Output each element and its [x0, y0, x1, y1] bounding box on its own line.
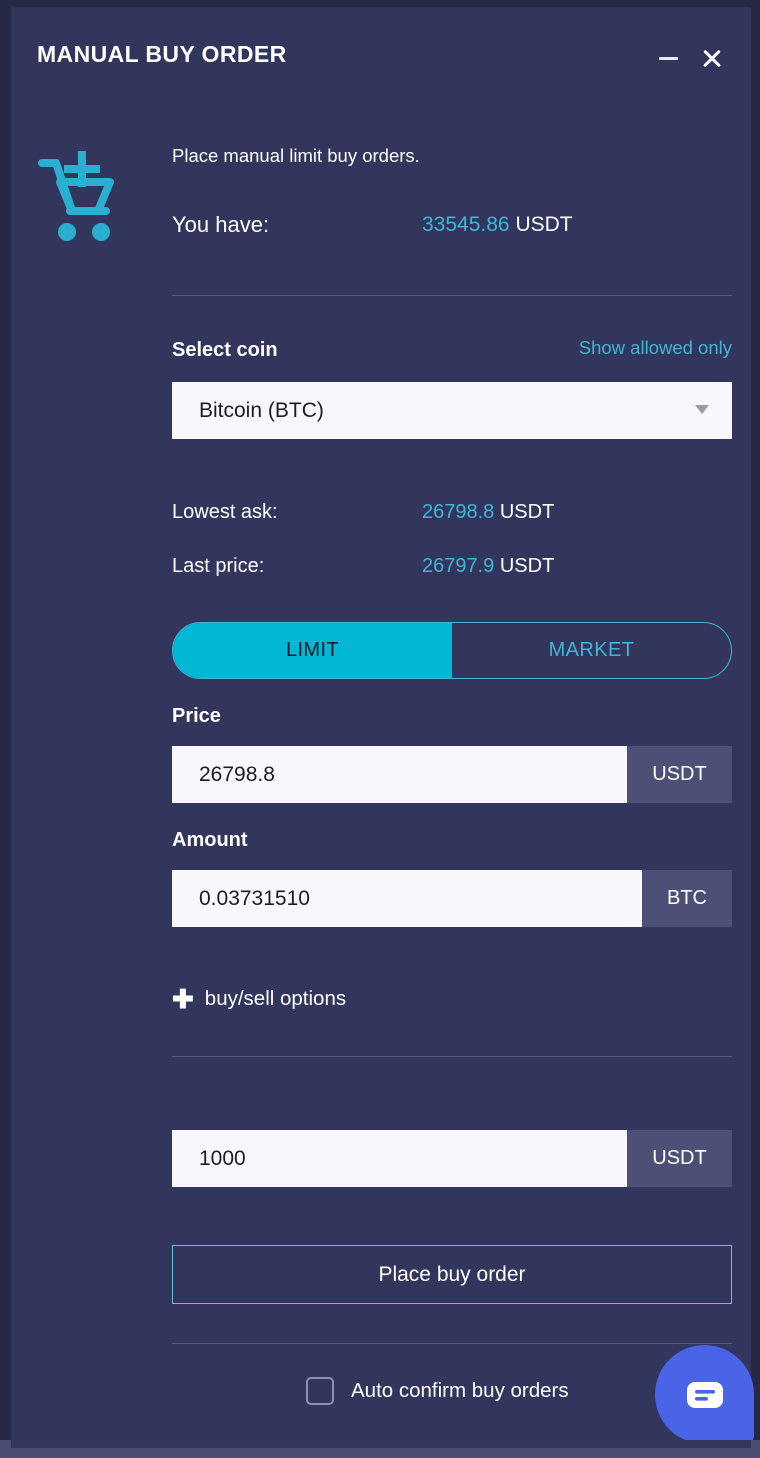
lowest-ask-number: 26798.8 [422, 501, 495, 523]
add-to-cart-icon [38, 149, 128, 245]
divider-middle [172, 1056, 732, 1057]
last-price-row: Last price: 26797.9 USDT [172, 555, 732, 583]
amount-field-label: Amount [172, 829, 248, 851]
balance-currency: USDT [515, 213, 573, 236]
last-price-label: Last price: [172, 555, 265, 577]
tab-market[interactable]: MARKET [452, 623, 731, 678]
window-frame-top [0, 0, 760, 7]
select-coin-label: Select coin [172, 339, 278, 361]
title-bar: MANUAL BUY ORDER [11, 7, 751, 107]
price-field-group: USDT [172, 746, 732, 803]
amount-unit-button[interactable]: BTC [642, 870, 732, 927]
amount-field-group: BTC [172, 870, 732, 927]
total-input[interactable] [172, 1130, 627, 1187]
balance-row: You have: 33545.86 USDT [172, 212, 732, 242]
coin-select-value: Bitcoin (BTC) [199, 398, 324, 422]
plus-icon: ✚ [172, 984, 194, 1014]
page-title: MANUAL BUY ORDER [37, 41, 287, 67]
lowest-ask-label: Lowest ask: [172, 501, 278, 523]
amount-input[interactable] [172, 870, 642, 927]
chevron-down-icon [695, 405, 709, 414]
auto-confirm-label: Auto confirm buy orders [351, 1379, 569, 1402]
total-field-group: USDT [172, 1130, 732, 1187]
auto-confirm-checkbox[interactable] [306, 1377, 334, 1405]
buy-sell-options-toggle[interactable]: ✚ buy/sell options [172, 986, 346, 1012]
window-frame-left [0, 0, 11, 1458]
lowest-ask-currency: USDT [499, 501, 555, 523]
lowest-ask-row: Lowest ask: 26798.8 USDT [172, 501, 732, 529]
manual-buy-order-window: MANUAL BUY ORDER Place manual limit buy … [0, 0, 760, 1458]
window-frame-bottom-inner [11, 1440, 751, 1448]
price-unit-button[interactable]: USDT [627, 746, 732, 803]
close-button[interactable] [695, 41, 729, 75]
place-buy-order-button[interactable]: Place buy order [172, 1245, 732, 1304]
chat-bubble-button[interactable] [655, 1345, 754, 1444]
minimize-icon [658, 56, 678, 60]
dialog-panel: MANUAL BUY ORDER Place manual limit buy … [11, 7, 751, 1448]
coin-select-dropdown[interactable]: Bitcoin (BTC) [172, 382, 732, 439]
buy-sell-options-label: buy/sell options [204, 987, 347, 1010]
tab-limit[interactable]: LIMIT [173, 623, 452, 678]
auto-confirm-row[interactable]: Auto confirm buy orders [306, 1377, 569, 1405]
balance-value: 33545.86 USDT [422, 213, 573, 237]
minimize-button[interactable] [651, 41, 685, 75]
divider-bottom [172, 1343, 732, 1344]
show-allowed-only-link[interactable]: Show allowed only [579, 337, 732, 359]
balance-amount: 33545.86 [422, 213, 510, 236]
dialog-description: Place manual limit buy orders. [172, 145, 420, 166]
price-field-label: Price [172, 705, 221, 727]
balance-label: You have: [172, 212, 270, 237]
last-price-value: 26797.9 USDT [422, 555, 554, 578]
total-unit-button[interactable]: USDT [627, 1130, 732, 1187]
close-icon [701, 47, 723, 69]
order-type-toggle: LIMIT MARKET [172, 622, 732, 679]
price-input[interactable] [172, 746, 627, 803]
window-frame-right [751, 0, 760, 1458]
lowest-ask-value: 26798.8 USDT [422, 501, 554, 524]
last-price-currency: USDT [499, 555, 555, 577]
chat-bubble-icon [686, 1381, 723, 1408]
last-price-number: 26797.9 [422, 555, 495, 577]
divider-top [172, 295, 732, 296]
